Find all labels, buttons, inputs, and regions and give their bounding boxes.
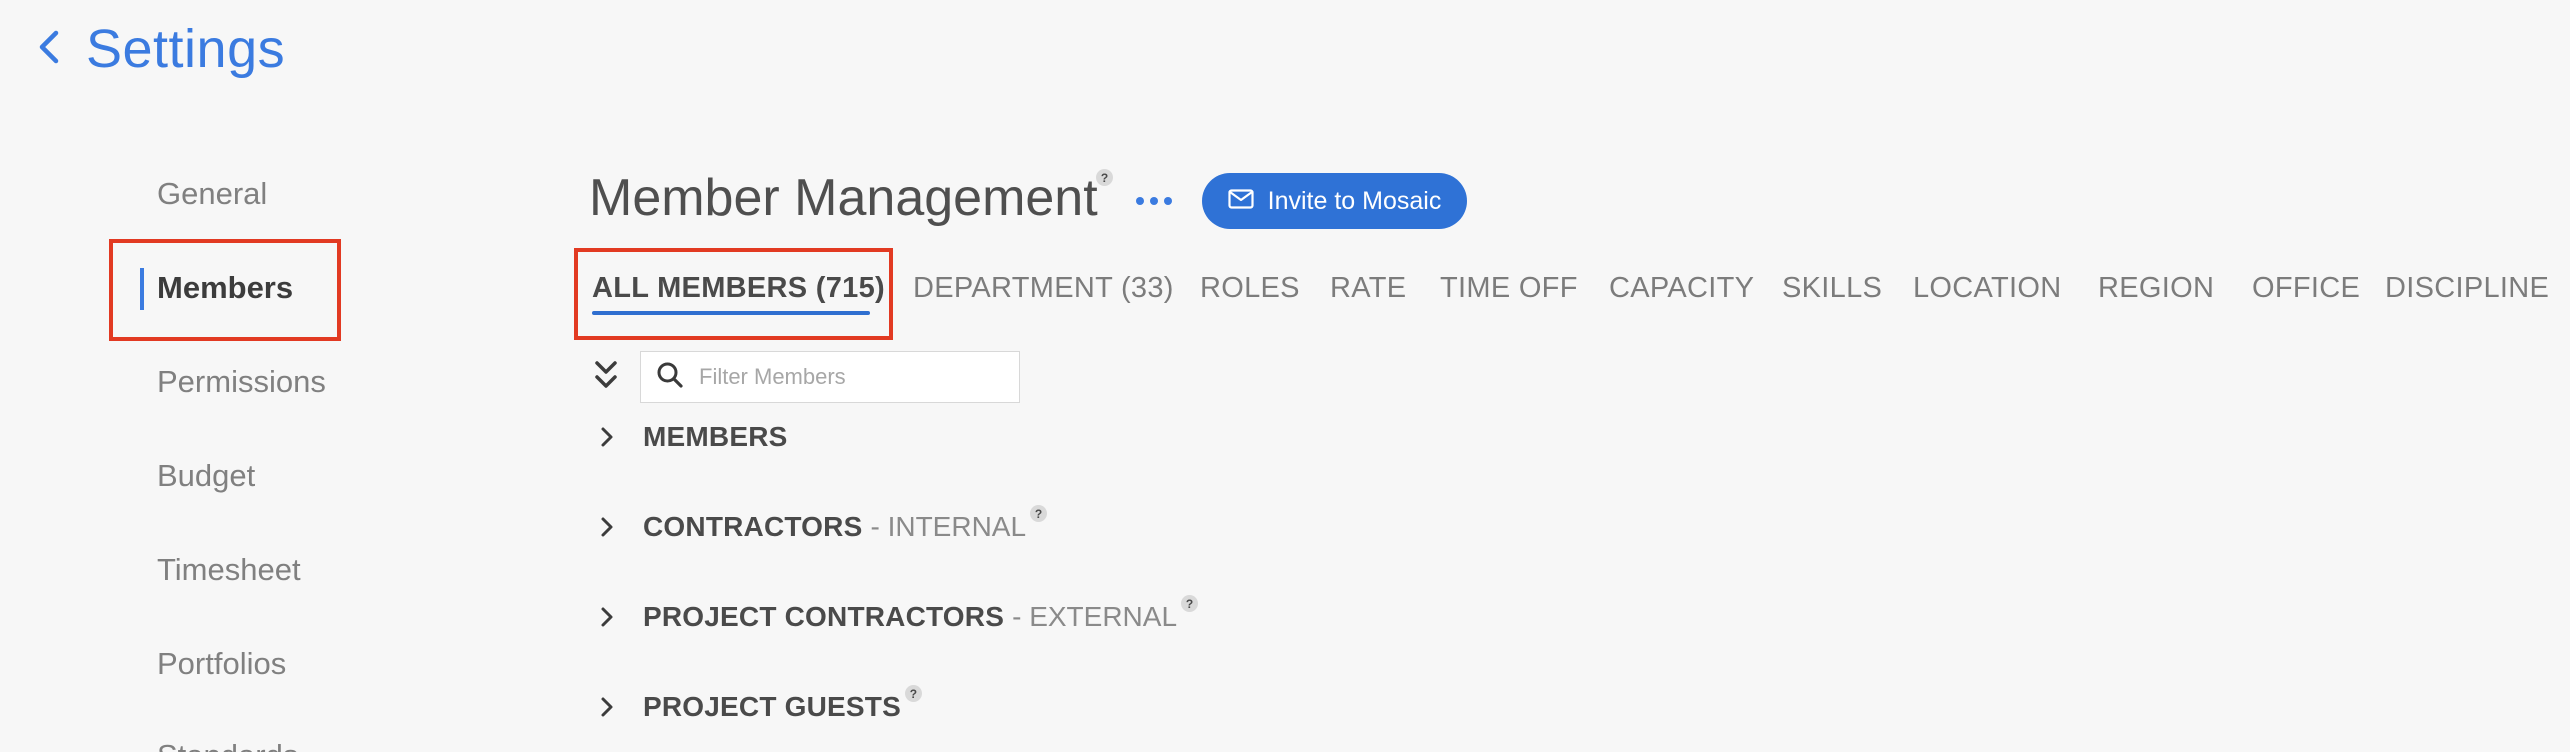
group-row-project-contractors[interactable]: PROJECT CONTRACTORS - EXTERNAL ? <box>596 595 1199 637</box>
more-icon[interactable] <box>1136 190 1172 212</box>
group-sublabel: - EXTERNAL <box>1012 601 1178 632</box>
group-label: PROJECT GUESTS <box>643 691 901 722</box>
help-icon[interactable]: ? <box>904 685 922 702</box>
chevron-right-icon <box>601 697 613 717</box>
group-label: CONTRACTORS <box>643 511 863 542</box>
group-sublabel: - INTERNAL <box>870 511 1027 542</box>
invite-to-mosaic-button[interactable]: Invite to Mosaic <box>1202 173 1467 229</box>
sidebar-item-general[interactable]: General <box>157 176 267 212</box>
tab-time-off[interactable]: TIME OFF <box>1440 272 1578 305</box>
tab-department[interactable]: DEPARTMENT (33) <box>913 272 1174 305</box>
tab-region[interactable]: REGION <box>2098 272 2214 305</box>
sidebar-item-budget[interactable]: Budget <box>157 458 255 494</box>
tab-all-members[interactable]: ALL MEMBERS (715) <box>592 272 885 305</box>
sidebar-item-portfolios[interactable]: Portfolios <box>157 646 286 682</box>
filter-members-box <box>640 351 1020 403</box>
group-row-contractors[interactable]: CONTRACTORS - INTERNAL ? <box>596 505 1048 547</box>
chevron-left-icon <box>36 27 64 72</box>
help-icon[interactable]: ? <box>1181 595 1199 612</box>
tab-roles[interactable]: ROLES <box>1200 272 1300 305</box>
tab-skills[interactable]: SKILLS <box>1782 272 1882 305</box>
page-title: Settings <box>86 19 286 79</box>
help-icon[interactable]: ? <box>1096 169 1113 186</box>
chevron-right-icon <box>601 607 613 627</box>
group-label: PROJECT CONTRACTORS <box>643 601 1005 632</box>
active-tab-underline <box>592 311 870 315</box>
chevron-right-icon <box>601 427 613 447</box>
sidebar-item-members[interactable]: Members <box>157 270 293 306</box>
double-chevron-down-icon[interactable] <box>592 358 620 394</box>
settings-page: Settings General Members Permissions Bud… <box>0 0 2570 752</box>
sidebar-item-standards[interactable]: Standards <box>157 738 298 752</box>
back-to-settings[interactable]: Settings <box>36 14 285 84</box>
search-icon <box>655 360 685 395</box>
mail-icon <box>1228 187 1254 216</box>
group-row-project-guests[interactable]: PROJECT GUESTS ? <box>596 685 922 727</box>
sidebar-item-timesheet[interactable]: Timesheet <box>157 552 301 588</box>
group-label: MEMBERS <box>643 421 788 452</box>
filter-members-input[interactable] <box>699 364 999 390</box>
tab-office[interactable]: OFFICE <box>2252 272 2360 305</box>
sidebar-active-indicator <box>140 268 144 310</box>
help-icon[interactable]: ? <box>1030 505 1048 522</box>
tab-discipline[interactable]: DISCIPLINE <box>2385 272 2549 305</box>
invite-button-label: Invite to Mosaic <box>1267 186 1442 215</box>
tab-rate[interactable]: RATE <box>1330 272 1406 305</box>
section-title: Member Management <box>589 169 1098 227</box>
chevron-right-icon <box>601 517 613 537</box>
tab-capacity[interactable]: CAPACITY <box>1609 272 1754 305</box>
group-row-members[interactable]: MEMBERS <box>596 417 788 457</box>
sidebar-item-permissions[interactable]: Permissions <box>157 364 326 400</box>
tab-location[interactable]: LOCATION <box>1913 272 2062 305</box>
